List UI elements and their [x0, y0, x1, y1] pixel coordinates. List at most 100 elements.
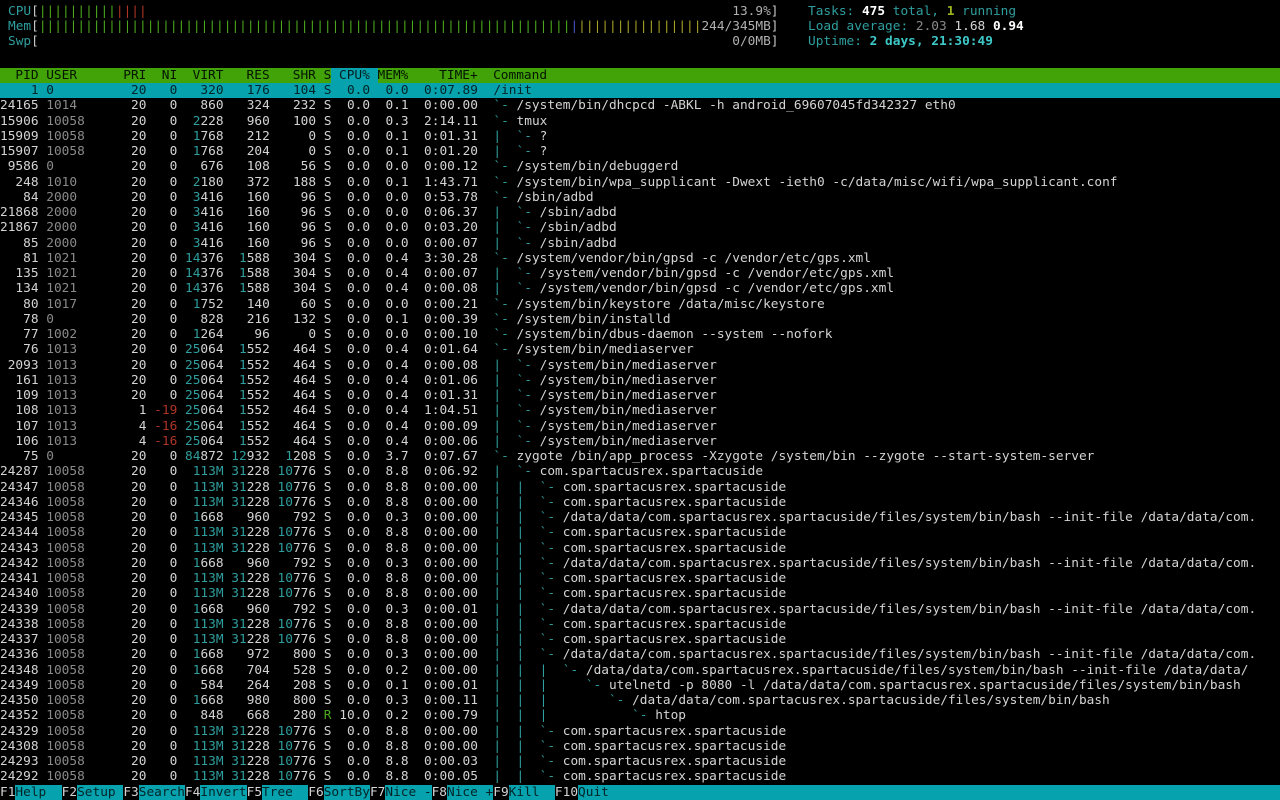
table-row[interactable]: 2093 1013 20 0 25064 1552 464 S 0.0 0.4 … — [0, 358, 1280, 373]
fkey-number-f3[interactable]: F3 — [123, 785, 138, 800]
state-cell: S — [324, 373, 332, 388]
fkey-action-search[interactable]: Search — [139, 785, 185, 800]
fkey-action-setup[interactable]: Setup — [77, 785, 123, 800]
cpu-percent-cell: 0.0 — [339, 114, 370, 129]
table-row[interactable]: 135 1021 20 0 14376 1588 304 S 0.0 0.4 0… — [0, 266, 1280, 281]
fkey-action-quit[interactable]: Quit — [578, 785, 624, 800]
fkey-number-f7[interactable]: F7 — [370, 785, 385, 800]
table-row[interactable]: 107 1013 4 -16 25064 1552 464 S 0.0 0.4 … — [0, 419, 1280, 434]
table-row[interactable]: 24345 10058 20 0 1668 960 792 S 0.0 0.3 … — [0, 510, 1280, 525]
fkey-number-f6[interactable]: F6 — [308, 785, 323, 800]
fkey-number-f9[interactable]: F9 — [493, 785, 508, 800]
tree-branch-glyph: | | | `- — [493, 678, 609, 693]
table-row[interactable]: 81 1021 20 0 14376 1588 304 S 0.0 0.4 3:… — [0, 251, 1280, 266]
mem-percent-cell: 0.0 — [378, 327, 409, 342]
virt-cell-magnitude: 113M — [193, 617, 224, 632]
table-row[interactable]: 80 1017 20 0 1752 140 60 S 0.0 0.0 0:00.… — [0, 297, 1280, 312]
table-row[interactable]: 134 1021 20 0 14376 1588 304 S 0.0 0.4 0… — [0, 281, 1280, 296]
table-row[interactable]: 21868 2000 20 0 3416 160 96 S 0.0 0.0 0:… — [0, 205, 1280, 220]
fkey-number-f8[interactable]: F8 — [432, 785, 447, 800]
table-row[interactable]: 24347 10058 20 0 113M 31228 10776 S 0.0 … — [0, 480, 1280, 495]
table-row[interactable]: 106 1013 4 -16 25064 1552 464 S 0.0 0.4 … — [0, 434, 1280, 449]
table-row[interactable]: 24350 10058 20 0 1668 980 800 S 0.0 0.3 … — [0, 693, 1280, 708]
fkey-action-help[interactable]: Help — [15, 785, 61, 800]
user-cell: 10058 — [46, 663, 115, 678]
fkey-number-f5[interactable]: F5 — [247, 785, 262, 800]
table-row[interactable]: 161 1013 20 0 25064 1552 464 S 0.0 0.4 0… — [0, 373, 1280, 388]
table-row[interactable]: 108 1013 1 -19 25064 1552 464 S 0.0 0.4 … — [0, 403, 1280, 418]
fkey-action-invert[interactable]: Invert — [200, 785, 246, 800]
table-row[interactable]: 24293 10058 20 0 113M 31228 10776 S 0.0 … — [0, 754, 1280, 769]
user-cell: 10058 — [46, 495, 115, 510]
sort-column-header-cpu[interactable]: CPU% — [331, 68, 377, 83]
fkey-action-kill[interactable]: Kill — [509, 785, 555, 800]
nice-cell: 0 — [154, 632, 177, 647]
state-cell: S — [324, 403, 332, 418]
command-cell: /system/bin/wpa_supplicant -Dwext -ieth0… — [517, 175, 1118, 190]
table-row[interactable]: 24292 10058 20 0 113M 31228 10776 S 0.0 … — [0, 769, 1280, 784]
fkey-action-sortby[interactable]: SortBy — [324, 785, 370, 800]
table-row-selected[interactable]: 1 0 20 0 320 176 104 S 0.0 0.0 0:07.89 /… — [0, 83, 1280, 98]
table-row[interactable]: 85 2000 20 0 3416 160 96 S 0.0 0.0 0:00.… — [0, 236, 1280, 251]
table-row[interactable]: 75 0 20 0 84872 12932 1208 S 0.0 3.7 0:0… — [0, 449, 1280, 464]
pid-cell: 24308 — [0, 739, 39, 754]
res-cell-magnitude: 1 — [239, 434, 247, 449]
table-row[interactable]: 24342 10058 20 0 1668 960 792 S 0.0 0.3 … — [0, 556, 1280, 571]
priority-cell: 20 — [123, 602, 146, 617]
mem-percent-cell: 0.2 — [378, 708, 409, 723]
table-row[interactable]: 24346 10058 20 0 113M 31228 10776 S 0.0 … — [0, 495, 1280, 510]
state-cell: S — [324, 159, 332, 174]
fkey-action-nice[interactable]: Nice - — [385, 785, 431, 800]
table-row[interactable]: 24329 10058 20 0 113M 31228 10776 S 0.0 … — [0, 724, 1280, 739]
table-row[interactable]: 78 0 20 0 828 216 132 S 0.0 0.1 0:00.39 … — [0, 312, 1280, 327]
table-row[interactable]: 24340 10058 20 0 113M 31228 10776 S 0.0 … — [0, 586, 1280, 601]
table-row[interactable]: 15907 10058 20 0 1768 204 0 S 0.0 0.1 0:… — [0, 144, 1280, 159]
nice-cell: 0 — [154, 190, 177, 205]
priority-cell: 20 — [123, 236, 146, 251]
nice-cell: 0 — [154, 586, 177, 601]
cpu-percent-cell: 0.0 — [339, 556, 370, 571]
priority-cell: 20 — [123, 449, 146, 464]
table-header-row[interactable]: PID USER PRI NI VIRT RES SHR S CPU% MEM%… — [0, 68, 1280, 83]
table-row[interactable]: 24339 10058 20 0 1668 960 792 S 0.0 0.3 … — [0, 602, 1280, 617]
priority-cell: 20 — [123, 724, 146, 739]
mem-percent-cell: 0.4 — [378, 358, 409, 373]
tree-branch-glyph: | | `- — [493, 525, 562, 540]
table-row[interactable]: 24343 10058 20 0 113M 31228 10776 S 0.0 … — [0, 541, 1280, 556]
user-cell: 10058 — [46, 114, 115, 129]
shr-cell-magnitude: 10 — [278, 617, 293, 632]
table-row[interactable]: 76 1013 20 0 25064 1552 464 S 0.0 0.4 0:… — [0, 342, 1280, 357]
table-row[interactable]: 9586 0 20 0 676 108 56 S 0.0 0.0 0:00.12… — [0, 159, 1280, 174]
fkey-number-f2[interactable]: F2 — [62, 785, 77, 800]
table-row[interactable]: 21867 2000 20 0 3416 160 96 S 0.0 0.0 0:… — [0, 220, 1280, 235]
res-cell-magnitude: 1 — [239, 388, 247, 403]
table-row[interactable]: 24308 10058 20 0 113M 31228 10776 S 0.0 … — [0, 739, 1280, 754]
table-row[interactable]: 84 2000 20 0 3416 160 96 S 0.0 0.0 0:53.… — [0, 190, 1280, 205]
table-row[interactable]: 24352 10058 20 0 848 668 280 R 10.0 0.2 … — [0, 708, 1280, 723]
table-row[interactable]: 109 1013 20 0 25064 1552 464 S 0.0 0.4 0… — [0, 388, 1280, 403]
table-row[interactable]: 24337 10058 20 0 113M 31228 10776 S 0.0 … — [0, 632, 1280, 647]
fkey-action-tree[interactable]: Tree — [262, 785, 308, 800]
nice-cell: 0 — [154, 327, 177, 342]
table-row[interactable]: 24338 10058 20 0 113M 31228 10776 S 0.0 … — [0, 617, 1280, 632]
mem-percent-cell: 8.8 — [378, 769, 409, 784]
table-row[interactable]: 24336 10058 20 0 1668 972 800 S 0.0 0.3 … — [0, 647, 1280, 662]
res-cell: 228 — [247, 754, 270, 769]
table-row[interactable]: 24287 10058 20 0 113M 31228 10776 S 0.0 … — [0, 464, 1280, 479]
table-row[interactable]: 15909 10058 20 0 1768 212 0 S 0.0 0.1 0:… — [0, 129, 1280, 144]
table-row[interactable]: 24348 10058 20 0 1668 704 528 S 0.0 0.2 … — [0, 663, 1280, 678]
res-cell: 932 — [247, 449, 270, 464]
table-row[interactable]: 24341 10058 20 0 113M 31228 10776 S 0.0 … — [0, 571, 1280, 586]
table-row[interactable]: 24165 1014 20 0 860 324 232 S 0.0 0.1 0:… — [0, 98, 1280, 113]
table-row[interactable]: 24349 10058 20 0 584 264 208 S 0.0 0.1 0… — [0, 678, 1280, 693]
user-cell: 10058 — [46, 647, 115, 662]
fkey-action-nice[interactable]: Nice + — [447, 785, 493, 800]
table-row[interactable]: 77 1002 20 0 1264 96 0 S 0.0 0.0 0:00.10… — [0, 327, 1280, 342]
table-row[interactable]: 24344 10058 20 0 113M 31228 10776 S 0.0 … — [0, 525, 1280, 540]
fkey-number-f1[interactable]: F1 — [0, 785, 15, 800]
mem-percent-cell: 0.4 — [378, 281, 409, 296]
table-row[interactable]: 248 1010 20 0 2180 372 188 S 0.0 0.1 1:4… — [0, 175, 1280, 190]
fkey-number-f4[interactable]: F4 — [185, 785, 200, 800]
table-row[interactable]: 15906 10058 20 0 2228 960 100 S 0.0 0.3 … — [0, 114, 1280, 129]
fkey-number-f10[interactable]: F10 — [555, 785, 578, 800]
